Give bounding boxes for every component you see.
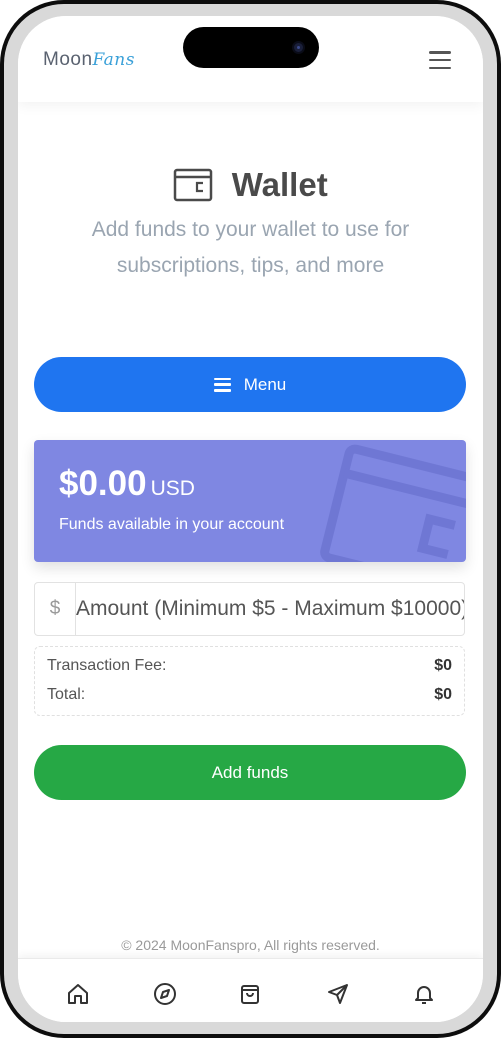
total-label: Total:: [47, 686, 86, 703]
home-icon[interactable]: [63, 979, 93, 1009]
camera-icon: [292, 41, 305, 54]
balance-card: $0.00 USD Funds available in your account: [34, 440, 466, 562]
transaction-fee-value: $0: [434, 657, 452, 674]
total-value: $0: [434, 686, 452, 703]
shopping-bag-icon[interactable]: [235, 979, 265, 1009]
page-subtitle: Add funds to your wallet to use for subs…: [91, 218, 410, 277]
currency-prefix: $: [35, 583, 76, 635]
copyright-text: © 2024 MoonFanspro, All rights reserved.: [121, 937, 380, 953]
menu-button-label: Menu: [243, 374, 287, 394]
title-row: Wallet: [18, 166, 483, 206]
screen: MoonFans Wallet Add funds to your wallet…: [18, 16, 483, 1022]
wallet-watermark-icon: [320, 444, 466, 562]
amount-input[interactable]: [76, 583, 464, 635]
hamburger-menu-icon[interactable]: [429, 51, 451, 69]
transaction-fee-label: Transaction Fee:: [47, 657, 167, 674]
wallet-icon: [174, 168, 213, 202]
fee-summary: Transaction Fee: $0 Total: $0: [34, 646, 465, 716]
bottom-nav: [18, 958, 483, 1022]
menu-button[interactable]: Menu: [34, 357, 466, 412]
logo-accent-text: Fans: [92, 50, 135, 70]
page-title: Wallet: [231, 166, 328, 203]
transaction-fee-row: Transaction Fee: $0: [47, 657, 452, 675]
send-icon[interactable]: [323, 979, 353, 1009]
balance-amount: $0.00 USD: [59, 464, 195, 504]
logo[interactable]: MoonFans: [43, 49, 135, 71]
total-row: Total: $0: [47, 686, 452, 704]
bell-icon[interactable]: [409, 979, 439, 1009]
logo-main-text: Moon: [43, 49, 93, 70]
amount-input-group: $: [34, 582, 465, 636]
compass-icon[interactable]: [150, 979, 180, 1009]
balance-caption: Funds available in your account: [59, 516, 285, 533]
balance-currency: USD: [150, 477, 195, 500]
balance-value: $0.00: [59, 464, 147, 503]
phone-frame: MoonFans Wallet Add funds to your wallet…: [0, 0, 501, 1038]
dynamic-island: [183, 27, 319, 68]
menu-icon: [213, 377, 231, 392]
add-funds-button[interactable]: Add funds: [34, 745, 466, 800]
add-funds-button-label: Add funds: [211, 762, 289, 782]
